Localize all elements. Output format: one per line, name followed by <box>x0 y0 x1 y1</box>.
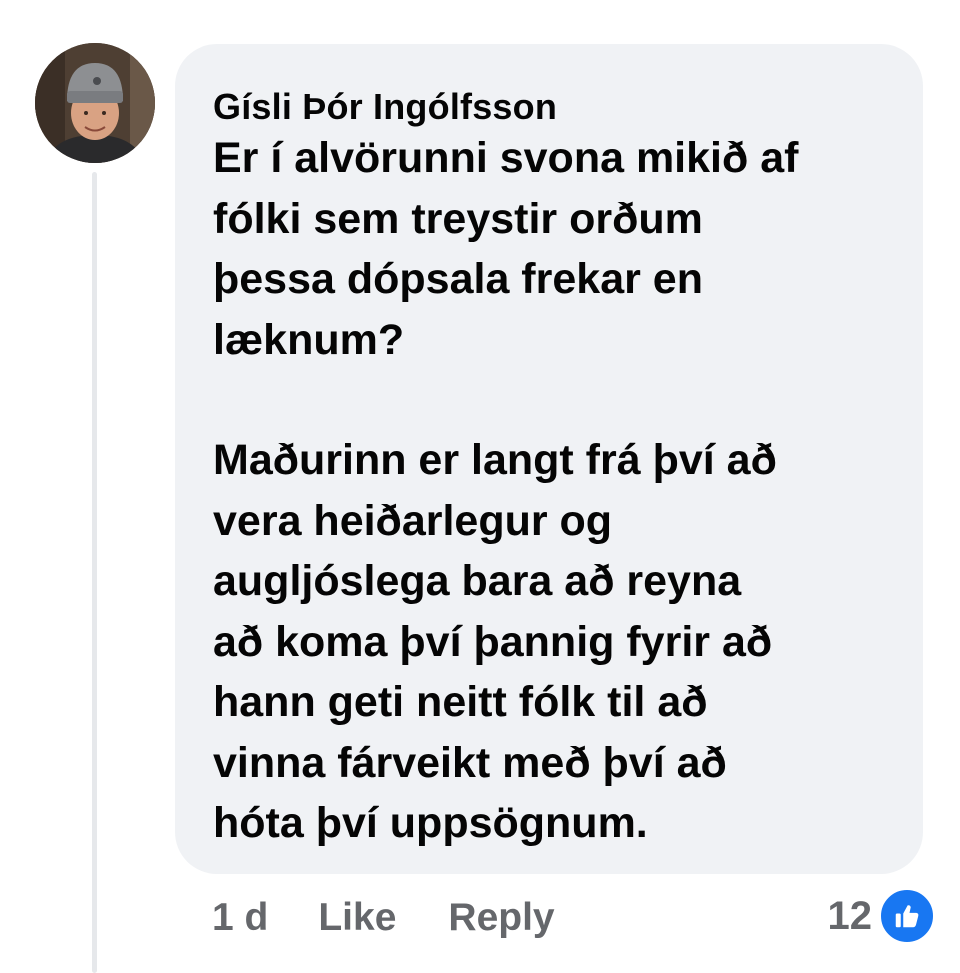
comment-line: að koma því þannig fyrir að <box>213 617 773 666</box>
like-button[interactable]: Like <box>318 896 396 940</box>
comment-line: fólki sem treystir orðum <box>213 194 703 243</box>
avatar-photo <box>35 43 155 163</box>
reply-button[interactable]: Reply <box>448 896 554 940</box>
comment-line: augljóslega bara að reyna <box>213 557 742 605</box>
thumbs-up-icon <box>878 887 936 945</box>
comment-line: vera heiðarlegur og <box>213 496 613 545</box>
comment-line: Er í alvörunni svona mikið af <box>213 134 799 182</box>
comment-line: hann geti neitt fólk til að <box>213 678 708 726</box>
comment-bubble: Gísli Þór Ingólfsson Er í alvörunni svon… <box>175 44 923 874</box>
thread-line <box>92 172 97 973</box>
comment-line: vinna fárveikt með því að <box>213 738 727 787</box>
comment-line: þessa dópsala frekar en <box>213 255 703 303</box>
comment-author[interactable]: Gísli Þór Ingólfsson <box>213 86 887 128</box>
avatar[interactable] <box>35 43 155 163</box>
comment-line: Maðurinn er langt frá því að <box>213 436 777 484</box>
reaction-count: 12 <box>827 893 873 938</box>
reactions-summary[interactable]: 12 <box>827 887 936 945</box>
comment-actions: 1 d Like Reply <box>212 890 555 946</box>
timestamp[interactable]: 1 d <box>212 896 268 940</box>
comment-paragraph-2: Maðurinn er langt frá því að vera heiðar… <box>213 430 887 854</box>
comment-line: læknum? <box>213 315 405 364</box>
comment-paragraph-1: Er í alvörunni svona mikið af fólki sem … <box>213 128 887 370</box>
comment-line: hóta því uppsögnum. <box>213 799 648 847</box>
